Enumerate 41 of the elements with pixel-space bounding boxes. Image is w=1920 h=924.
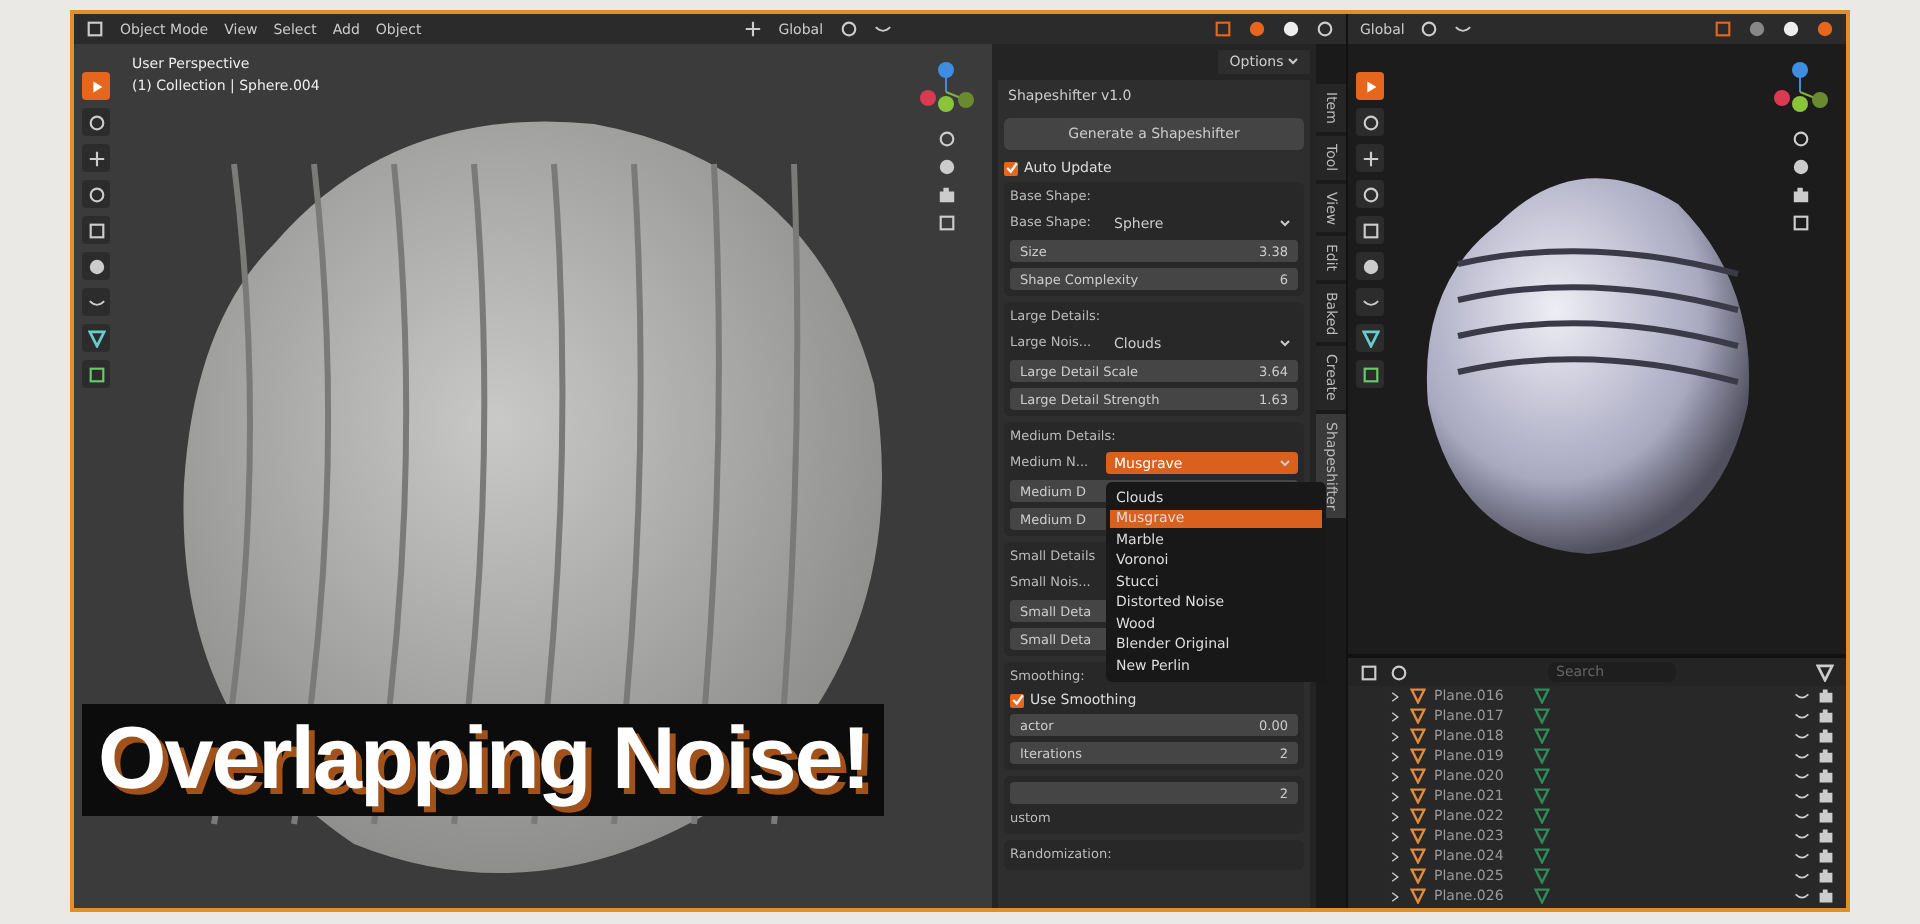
camera-icon — [1818, 768, 1834, 784]
camera-icon — [1818, 808, 1834, 824]
scale-tool-button[interactable] — [1356, 216, 1384, 244]
camera-icon — [1818, 868, 1834, 884]
checkbox[interactable] — [1010, 693, 1024, 707]
camera-icon — [1818, 748, 1834, 764]
annotate-tool-button[interactable] — [1356, 288, 1384, 316]
chevron-down-icon — [1280, 218, 1290, 228]
cursor-tool-button[interactable] — [82, 108, 110, 136]
annotate-tool-button[interactable] — [82, 288, 110, 316]
checkbox[interactable] — [1004, 161, 1018, 175]
measure-tool-button[interactable] — [82, 324, 110, 352]
select-tool-button[interactable] — [82, 72, 110, 100]
camera-icon — [937, 186, 955, 204]
rotate-tool-button[interactable] — [1356, 180, 1384, 208]
camera-icon — [1818, 888, 1834, 904]
transform-tool-button[interactable] — [82, 252, 110, 280]
rotate-tool-button[interactable] — [82, 180, 110, 208]
move-icon — [1361, 149, 1379, 167]
overlay-title: Overlapping Noise! — [82, 704, 885, 816]
camera-icon — [1818, 828, 1834, 844]
cursor-tool-button[interactable] — [1356, 108, 1384, 136]
move-icon — [87, 149, 105, 167]
transform-tool-button[interactable] — [1356, 252, 1384, 280]
camera-icon — [1818, 848, 1834, 864]
measure-tool-button[interactable] — [1356, 324, 1384, 352]
select-tool-button[interactable] — [1356, 72, 1384, 100]
camera-icon — [1818, 728, 1834, 744]
add-cube-tool-button[interactable] — [82, 360, 110, 388]
add-cube-tool-button[interactable] — [1356, 360, 1384, 388]
camera-icon — [1818, 708, 1834, 724]
chevron-down-icon — [1288, 56, 1298, 66]
camera-icon — [1818, 788, 1834, 804]
scale-tool-button[interactable] — [82, 216, 110, 244]
camera-icon — [1818, 688, 1834, 704]
funnel-icon — [1816, 663, 1834, 681]
move-tool-button[interactable] — [1356, 144, 1384, 172]
camera-icon — [1791, 186, 1809, 204]
move-tool-button[interactable] — [82, 144, 110, 172]
chevron-down-icon — [1280, 338, 1290, 348]
chevron-down-icon — [1280, 458, 1290, 468]
